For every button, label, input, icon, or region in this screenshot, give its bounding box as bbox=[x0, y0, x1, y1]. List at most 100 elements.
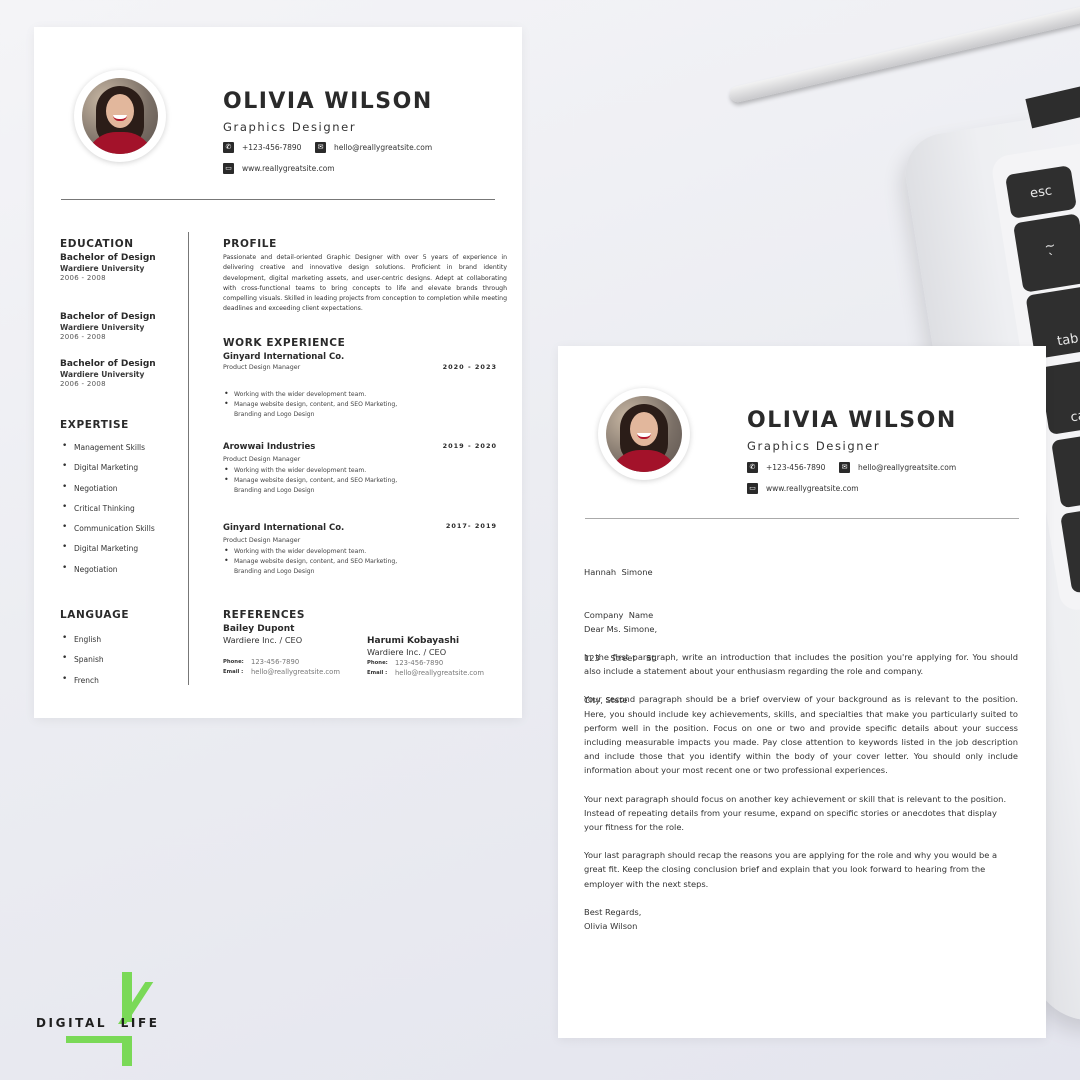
job-bullet: Working with the wider development team. bbox=[223, 389, 413, 400]
years: 2006 - 2008 bbox=[60, 332, 106, 341]
phone-icon: ✆ bbox=[747, 462, 758, 473]
language-list: English Spanish French bbox=[62, 632, 104, 695]
language-heading: LANGUAGE bbox=[60, 609, 130, 621]
reference-email: Email : hello@reallygreatsite.com bbox=[223, 667, 340, 677]
letter-paragraph: Your next paragraph should focus on anot… bbox=[584, 793, 1007, 833]
header-divider bbox=[585, 518, 1019, 519]
letter-closing: Best Regards, bbox=[584, 906, 642, 917]
email-value: hello@reallygreatsite.com bbox=[251, 668, 340, 676]
letter-phone: ✆ +123-456-7890 bbox=[747, 462, 825, 473]
education-item: Bachelor of Design Wardiere University 2… bbox=[60, 312, 156, 341]
mail-icon: ✉ bbox=[839, 462, 850, 473]
email-text: hello@reallygreatsite.com bbox=[858, 463, 957, 472]
expertise-item: Negotiation bbox=[62, 562, 155, 584]
resume-email: ✉ hello@reallygreatsite.com bbox=[315, 142, 432, 153]
phone-label: Phone: bbox=[223, 659, 244, 665]
resume-role: Graphics Designer bbox=[223, 120, 357, 134]
job-bullet: Working with the wider development team. bbox=[223, 546, 413, 557]
expertise-item: Digital Marketing bbox=[62, 541, 155, 563]
school: Wardiere University bbox=[60, 264, 145, 274]
school: Wardiere University bbox=[60, 323, 145, 333]
website-text: www.reallygreatsite.com bbox=[766, 484, 859, 493]
resume-phone: ✆ +123-456-7890 bbox=[223, 142, 301, 153]
letter-paragraph: In the first paragraph, write an introdu… bbox=[584, 652, 1018, 677]
column-divider bbox=[188, 232, 189, 685]
logo-text: DIGITAL LIFE bbox=[36, 1016, 160, 1030]
header-divider bbox=[61, 199, 495, 200]
letter-name: OLIVIA WILSON bbox=[747, 408, 957, 433]
job-company: Ginyard International Co. bbox=[223, 352, 345, 362]
reference-org: Wardiere Inc. / CEO bbox=[367, 647, 447, 657]
email-label: Email : bbox=[223, 669, 244, 675]
laptop-icon: ▭ bbox=[223, 163, 234, 174]
logo-numeral-vertical bbox=[122, 972, 132, 1022]
key-label: tab bbox=[1056, 331, 1080, 350]
cover-letter-page: OLIVIA WILSON Graphics Designer ✆ +123-4… bbox=[558, 346, 1046, 1038]
phone-value: 123-456-7890 bbox=[251, 658, 300, 666]
job-bullet: Manage website design, content, and SEO … bbox=[223, 475, 413, 496]
resume-website: ▭ www.reallygreatsite.com bbox=[223, 163, 335, 174]
job-title: Product Design Manager bbox=[223, 456, 301, 463]
work-heading: WORK EXPERIENCE bbox=[223, 337, 346, 349]
job-title: Product Design Manager bbox=[223, 537, 301, 544]
reference-phone: Phone: 123-456-7890 bbox=[223, 657, 340, 667]
job-bullets: Working with the wider development team.… bbox=[223, 546, 413, 578]
degree: Bachelor of Design bbox=[60, 253, 156, 263]
job-dates: 2020 - 2023 bbox=[442, 363, 497, 371]
logo-numeral-stem bbox=[122, 1036, 132, 1066]
letter-email: ✉ hello@reallygreatsite.com bbox=[839, 462, 956, 473]
laptop-key-tilde: ~ ` bbox=[1012, 213, 1080, 293]
language-item: French bbox=[62, 673, 104, 695]
laptop-icon: ▭ bbox=[747, 483, 758, 494]
job-bullets: Working with the wider development team.… bbox=[223, 465, 413, 497]
job-entry: Arowwai Industries Product Design Manage… bbox=[223, 442, 497, 497]
expertise-item: Digital Marketing bbox=[62, 460, 155, 482]
job-entry: Ginyard International Co. Product Design… bbox=[223, 522, 497, 578]
key-label: esc bbox=[1028, 182, 1053, 202]
phone-icon: ✆ bbox=[223, 142, 234, 153]
resume-name: OLIVIA WILSON bbox=[223, 89, 433, 114]
digital-life-logo: DIGITAL LIFE bbox=[36, 970, 176, 1070]
profile-photo bbox=[606, 396, 682, 472]
reference-phone: Phone: 123-456-7890 bbox=[367, 658, 484, 668]
phone-text: +123-456-7890 bbox=[242, 143, 302, 152]
reference-email: Email : hello@reallygreatsite.com bbox=[367, 668, 484, 678]
language-item: English bbox=[62, 632, 104, 654]
language-item: Spanish bbox=[62, 652, 104, 674]
job-dates: 2017- 2019 bbox=[445, 522, 497, 530]
expertise-item: Communication Skills bbox=[62, 521, 155, 543]
recipient-name: Hannah Simone bbox=[584, 567, 653, 578]
laptop-lid bbox=[728, 0, 1080, 104]
school: Wardiere University bbox=[60, 370, 145, 380]
reference-item: Harumi Kobayashi Wardiere Inc. / CEO Pho… bbox=[367, 636, 484, 678]
expertise-heading: EXPERTISE bbox=[60, 419, 129, 431]
phone-label: Phone: bbox=[367, 660, 388, 666]
expertise-item: Negotiation bbox=[62, 481, 155, 503]
reference-name: Bailey Dupont bbox=[223, 624, 295, 634]
website-text: www.reallygreatsite.com bbox=[242, 164, 335, 173]
recipient-company: Company Name bbox=[584, 610, 654, 621]
phone-value: 123-456-7890 bbox=[395, 659, 444, 667]
key-label: cap bbox=[1069, 407, 1080, 426]
job-bullets: Working with the wider development team.… bbox=[223, 389, 413, 421]
expertise-list: Management Skills Digital Marketing Nego… bbox=[62, 440, 155, 584]
degree: Bachelor of Design bbox=[60, 359, 156, 369]
key-label: ` bbox=[1047, 251, 1057, 268]
email-value: hello@reallygreatsite.com bbox=[395, 669, 484, 677]
profile-photo bbox=[82, 78, 158, 154]
degree: Bachelor of Design bbox=[60, 312, 156, 322]
logo-numeral-crossbar bbox=[66, 1036, 130, 1043]
letter-paragraph: Your last paragraph should recap the rea… bbox=[584, 850, 998, 889]
education-item: Bachelor of Design Wardiere University 2… bbox=[60, 253, 156, 282]
expertise-item: Critical Thinking bbox=[62, 501, 155, 523]
job-bullet: Manage website design, content, and SEO … bbox=[223, 399, 413, 420]
reference-org: Wardiere Inc. / CEO bbox=[223, 635, 303, 645]
reference-item: Bailey Dupont Wardiere Inc. / CEO Phone:… bbox=[223, 624, 340, 677]
reference-name: Harumi Kobayashi bbox=[367, 636, 460, 646]
letter-website: ▭ www.reallygreatsite.com bbox=[747, 483, 859, 494]
mail-icon: ✉ bbox=[315, 142, 326, 153]
resume-page: OLIVIA WILSON Graphics Designer ✆ +123-4… bbox=[34, 27, 522, 718]
profile-heading: PROFILE bbox=[223, 238, 277, 250]
letter-body: In the first paragraph, write an introdu… bbox=[584, 650, 1018, 933]
years: 2006 - 2008 bbox=[60, 379, 106, 388]
